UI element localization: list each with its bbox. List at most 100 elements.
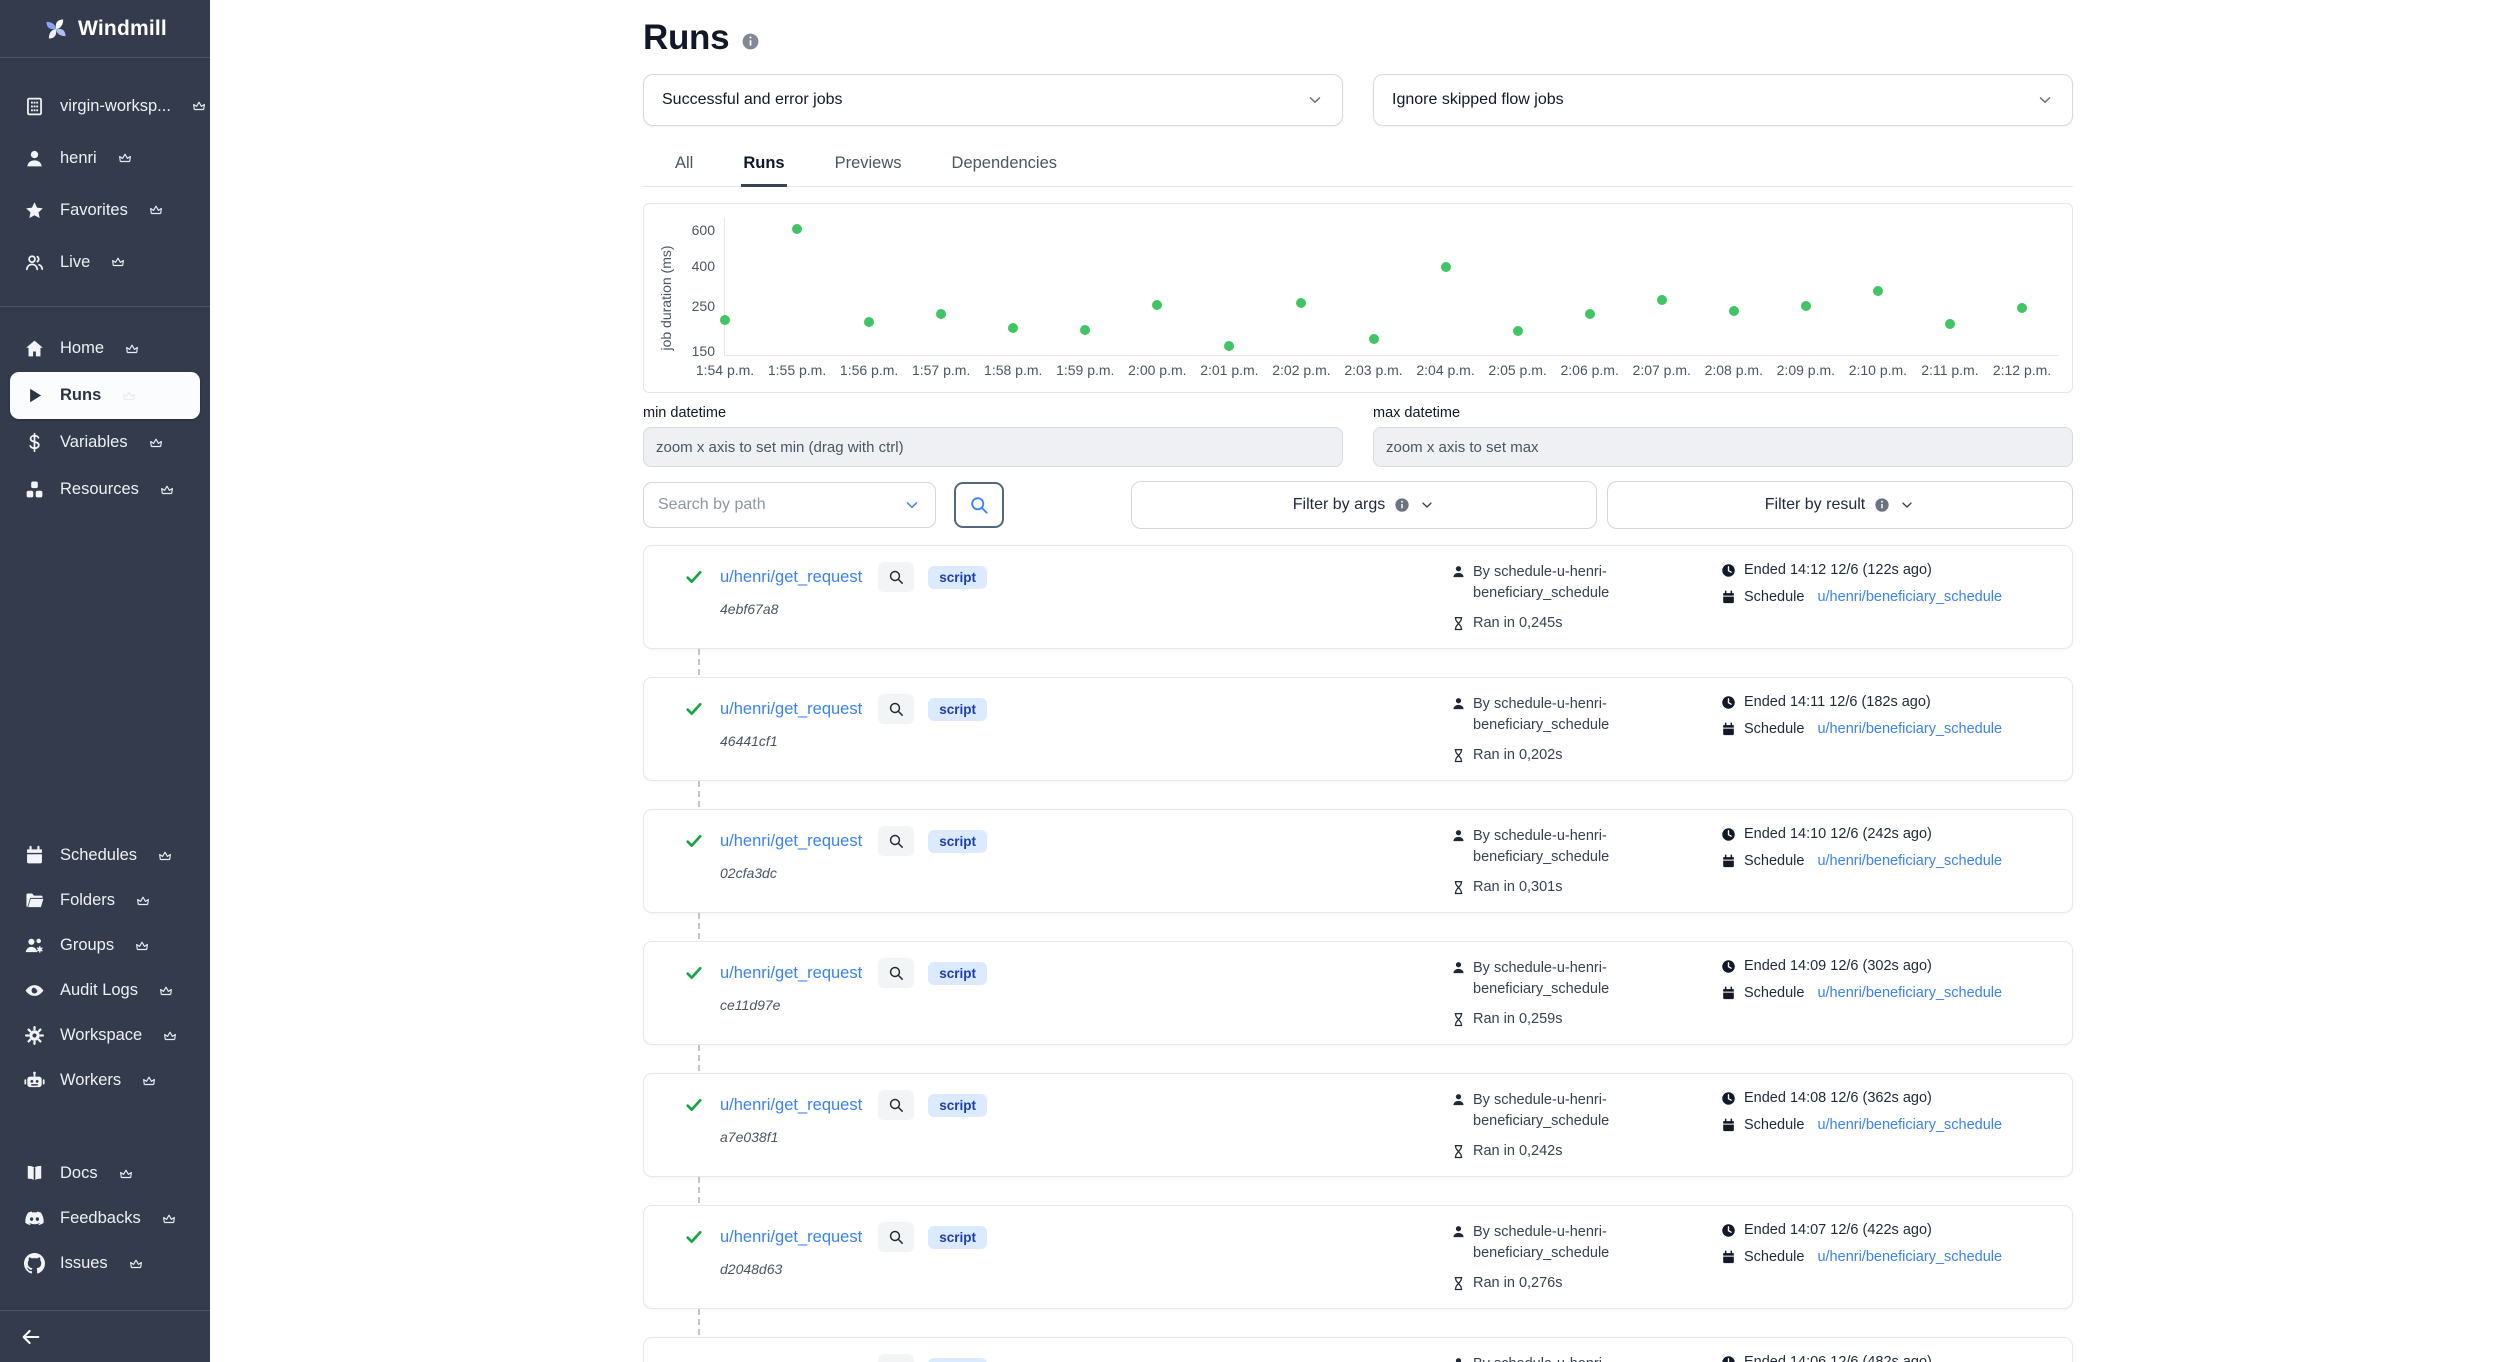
calendar-icon bbox=[1721, 1118, 1736, 1133]
app-logo[interactable]: Windmill bbox=[0, 0, 210, 58]
inspect-run-button[interactable] bbox=[878, 562, 914, 592]
crown-icon bbox=[119, 1167, 133, 1181]
scatter-point[interactable] bbox=[1080, 325, 1090, 335]
job-status-select[interactable]: Successful and error jobs bbox=[643, 74, 1343, 126]
scatter-point[interactable] bbox=[1152, 300, 1162, 310]
filter-by-result-button[interactable]: Filter by result bbox=[1607, 481, 2073, 529]
run-path-link[interactable]: u/henri/get_request bbox=[720, 832, 862, 851]
crown-icon bbox=[192, 99, 206, 113]
x-tick-label: 1:54 p.m. bbox=[696, 362, 754, 378]
scatter-point[interactable] bbox=[1513, 326, 1523, 336]
run-card: u/henri/get_request script d2048d63 By s… bbox=[643, 1205, 2073, 1309]
scatter-point[interactable] bbox=[1296, 298, 1306, 308]
job-kind-badge: script bbox=[928, 1358, 987, 1362]
scatter-point[interactable] bbox=[1945, 319, 1955, 329]
scatter-point[interactable] bbox=[1801, 301, 1811, 311]
sidebar-item-schedules[interactable]: Schedules bbox=[0, 833, 210, 878]
magnifier-icon bbox=[888, 569, 904, 585]
info-icon[interactable] bbox=[741, 32, 760, 51]
clock-icon bbox=[1721, 1091, 1736, 1106]
sidebar-item-groups[interactable]: Groups bbox=[0, 923, 210, 968]
success-check-icon bbox=[684, 699, 704, 719]
x-tick-label: 2:00 p.m. bbox=[1128, 362, 1186, 378]
scatter-point[interactable] bbox=[1873, 286, 1883, 296]
y-tick-label: 600 bbox=[692, 222, 715, 238]
schedule-path-link[interactable]: u/henri/beneficiary_schedule bbox=[1817, 1249, 2002, 1265]
sidebar-item-variables[interactable]: Variables bbox=[0, 419, 210, 466]
calendar-icon bbox=[1721, 1250, 1736, 1265]
schedule-path-link[interactable]: u/henri/beneficiary_schedule bbox=[1817, 589, 2002, 605]
sidebar-item-issues[interactable]: Issues bbox=[0, 1241, 210, 1286]
max-datetime-input[interactable] bbox=[1373, 427, 2073, 467]
tab-previews[interactable]: Previews bbox=[833, 144, 904, 187]
sidebar-item-workspace[interactable]: Workspace bbox=[0, 1013, 210, 1058]
run-path-link[interactable]: u/henri/get_request bbox=[720, 964, 862, 983]
job-kind-badge: script bbox=[928, 1226, 987, 1249]
schedule-path-link[interactable]: u/henri/beneficiary_schedule bbox=[1817, 721, 2002, 737]
scatter-point[interactable] bbox=[1224, 341, 1234, 351]
inspect-run-button[interactable] bbox=[878, 694, 914, 724]
schedule-path-link[interactable]: u/henri/beneficiary_schedule bbox=[1817, 853, 2002, 869]
chevron-down-icon bbox=[1306, 91, 1324, 109]
sidebar-item-runs[interactable]: Runs bbox=[10, 372, 200, 419]
scatter-point[interactable] bbox=[1729, 306, 1739, 316]
user-icon bbox=[1451, 960, 1466, 975]
inspect-run-button[interactable] bbox=[878, 958, 914, 988]
run-ended-time: Ended 14:09 12/6 (302s ago) bbox=[1744, 958, 1932, 974]
magnifier-icon bbox=[888, 1097, 904, 1113]
sidebar-item-favorites[interactable]: Favorites bbox=[0, 184, 210, 236]
inspect-run-button[interactable] bbox=[878, 1222, 914, 1252]
crown-icon bbox=[163, 1029, 177, 1043]
scatter-point[interactable] bbox=[1441, 262, 1451, 272]
run-path-link[interactable]: u/henri/get_request bbox=[720, 1228, 862, 1247]
scatter-point[interactable] bbox=[1657, 295, 1667, 305]
sidebar-item-virgin-worksp[interactable]: virgin-worksp... bbox=[0, 80, 210, 132]
sidebar-item-feedbacks[interactable]: Feedbacks bbox=[0, 1196, 210, 1241]
scatter-point[interactable] bbox=[2017, 303, 2027, 313]
sidebar-item-workers[interactable]: Workers bbox=[0, 1058, 210, 1103]
sidebar-item-audit-logs[interactable]: Audit Logs bbox=[0, 968, 210, 1013]
hourglass-icon bbox=[1451, 880, 1466, 895]
scatter-plot[interactable]: 6004002501501:54 p.m.1:55 p.m.1:56 p.m.1… bbox=[724, 218, 2058, 356]
sidebar-item-live[interactable]: Live bbox=[0, 236, 210, 288]
run-path-link[interactable]: u/henri/get_request bbox=[720, 1096, 862, 1115]
app-name: Windmill bbox=[78, 17, 167, 41]
run-path-link[interactable]: u/henri/get_request bbox=[720, 700, 862, 719]
filter-by-args-button[interactable]: Filter by args bbox=[1131, 481, 1597, 529]
scatter-point[interactable] bbox=[936, 309, 946, 319]
scatter-point[interactable] bbox=[1008, 323, 1018, 333]
sidebar-item-home[interactable]: Home bbox=[0, 325, 210, 372]
user-icon bbox=[1451, 1356, 1466, 1362]
sidebar-item-folders[interactable]: Folders bbox=[0, 878, 210, 923]
discord-icon bbox=[24, 1208, 45, 1229]
tab-dependencies[interactable]: Dependencies bbox=[950, 144, 1060, 187]
collapse-sidebar-button[interactable] bbox=[20, 1326, 42, 1348]
scatter-point[interactable] bbox=[1585, 309, 1595, 319]
sidebar-item-henri[interactable]: henri bbox=[0, 132, 210, 184]
schedule-path-link[interactable]: u/henri/beneficiary_schedule bbox=[1817, 985, 2002, 1001]
inspect-run-button[interactable] bbox=[878, 1090, 914, 1120]
tab-runs[interactable]: Runs bbox=[741, 144, 786, 187]
sidebar-item-resources[interactable]: Resources bbox=[0, 466, 210, 513]
sidebar-item-docs[interactable]: Docs bbox=[0, 1151, 210, 1196]
user-icon bbox=[1451, 1092, 1466, 1107]
flow-filter-select[interactable]: Ignore skipped flow jobs bbox=[1373, 74, 2073, 126]
schedule-label: Schedule bbox=[1744, 721, 1804, 737]
tab-all[interactable]: All bbox=[673, 144, 695, 187]
search-by-path-select[interactable]: Search by path bbox=[643, 482, 936, 528]
scatter-point[interactable] bbox=[864, 317, 874, 327]
run-card: u/henri/get_request script 4ebf67a8 By s… bbox=[643, 545, 2073, 649]
run-list: u/henri/get_request script 4ebf67a8 By s… bbox=[643, 545, 2073, 1362]
inspect-run-button[interactable] bbox=[878, 1354, 914, 1362]
run-id: ce11d97e bbox=[720, 997, 1451, 1013]
inspect-run-button[interactable] bbox=[878, 826, 914, 856]
run-id: 02cfa3dc bbox=[720, 865, 1451, 881]
crown-icon bbox=[159, 984, 173, 998]
min-datetime-input[interactable] bbox=[643, 427, 1343, 467]
search-button[interactable] bbox=[954, 482, 1004, 528]
run-path-link[interactable]: u/henri/get_request bbox=[720, 568, 862, 587]
scatter-point[interactable] bbox=[792, 224, 802, 234]
scatter-point[interactable] bbox=[1369, 334, 1379, 344]
schedule-path-link[interactable]: u/henri/beneficiary_schedule bbox=[1817, 1117, 2002, 1133]
scatter-point[interactable] bbox=[720, 315, 730, 325]
